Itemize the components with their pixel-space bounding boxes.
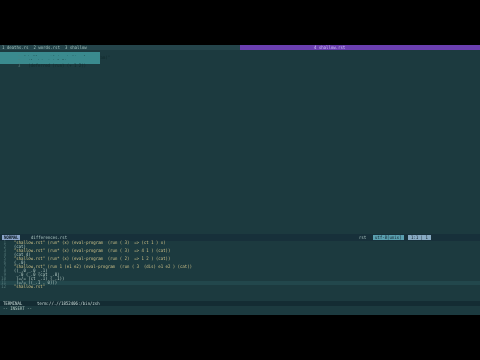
code-line: 12 "shallow.rst" [0,285,45,289]
terminal-statusline: TERMINAL term://.//1852406:/bin/zsh [0,301,480,306]
line-number: 12 [1,284,6,289]
top-editor-pane[interactable]: 1"shallow.rst" (run) "(eval-program)" 2 … [0,50,480,235]
line-text: "shallow.rst" (run* (x) (eval-program (r… [9,256,171,261]
editor-screen: 1 deaths.rs 2 words.rst 3 shallow 4 shal… [0,45,480,315]
status-encoding: utf-8[unix] [373,235,404,240]
line-number: 3 [18,63,21,68]
bottom-editor-pane[interactable]: 1 "shallow.rst" (run* (x) (eval-program … [0,241,480,301]
status-position: 1:1 | 1 [408,235,431,240]
line-text: "shallow.rst" (run* (x) (eval-program (r… [9,240,166,245]
line-text: "shallow.rst" [9,284,46,289]
terminal-path: term://.//1852406:/bin/zsh [37,301,100,306]
code-line: 3 (deferred (run) (+ 1 2)) [0,60,100,68]
status-filetype: rst [359,235,367,240]
command-line[interactable]: -- INSERT -- [3,306,32,311]
code-line-current: 11 (=/= ((_.1 . 0))) [0,281,480,285]
line-text: (deferred (run) (+ 1 2)) [23,63,87,68]
line-text: "shallow.rst" (run* (x) (eval-program (r… [9,248,171,253]
